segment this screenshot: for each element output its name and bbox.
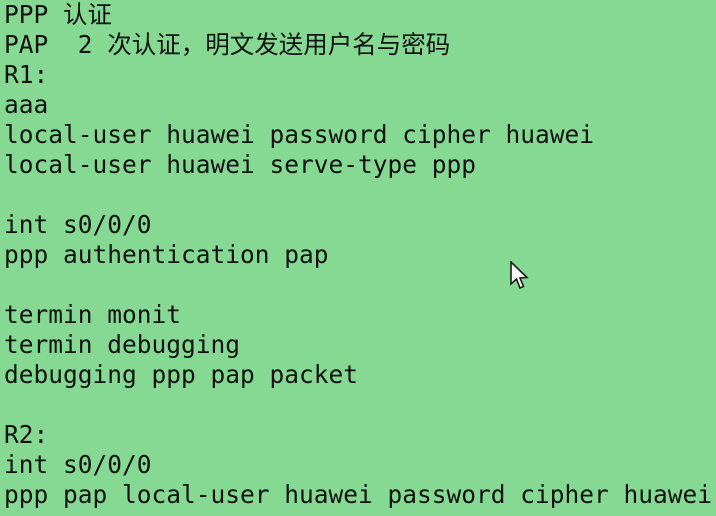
note-blank-line [4,180,716,210]
note-text-body[interactable]: PPP 认证 PAP 2 次认证，明文发送用户名与密码 R1: aaa local-us… [0,0,716,510]
note-line: ppp pap local-user huawei password ciphe… [4,480,713,509]
note-line: aaa [4,90,49,119]
note-line: PAP 2 次认证，明文发送用户名与密码 [4,30,451,59]
note-line: local-user huawei serve-type ppp [4,150,477,179]
note-line: int s0/0/0 [4,450,152,479]
note-line: R1: [4,60,49,89]
note-line: ppp authentication pap [4,240,329,269]
note-line: R2: [4,420,49,449]
note-blank-line [4,270,716,300]
text-note-screen: PPP 认证 PAP 2 次认证，明文发送用户名与密码 R1: aaa local-us… [0,0,716,516]
note-line: int s0/0/0 [4,210,152,239]
note-blank-line [4,390,716,420]
note-line: termin monit [4,300,182,329]
note-line: PPP 认证 [4,0,113,29]
note-line: local-user huawei password cipher huawei [4,120,595,149]
note-line: debugging ppp pap packet [4,360,359,389]
note-line: termin debugging [4,330,241,359]
